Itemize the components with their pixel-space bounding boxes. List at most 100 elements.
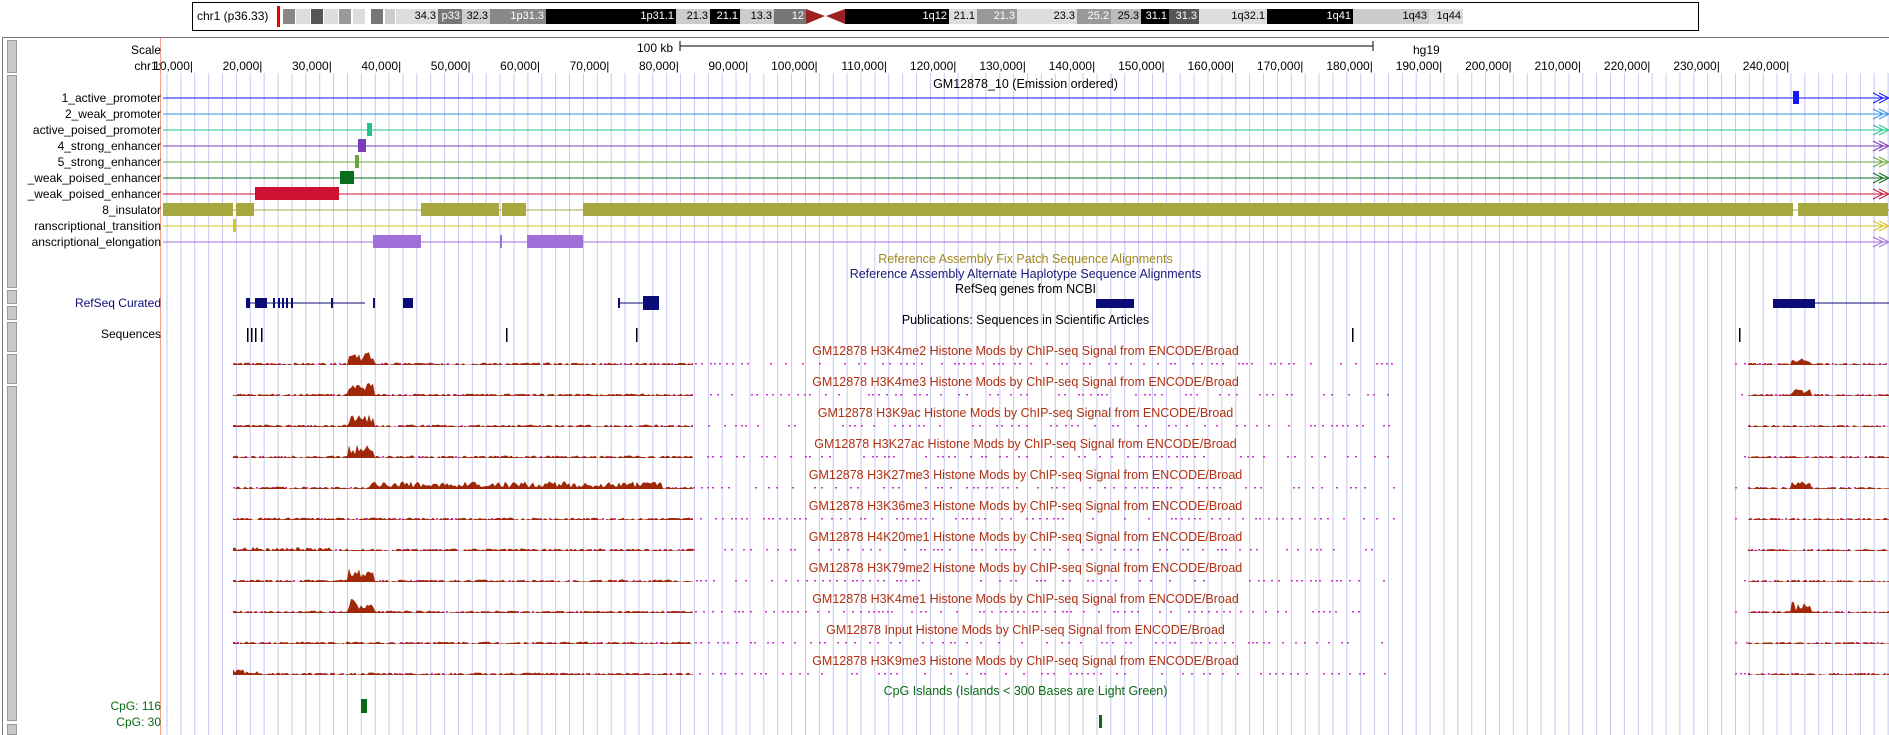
refseq-exon <box>331 298 333 308</box>
refseq-track-title[interactable]: RefSeq genes from NCBI <box>161 282 1889 296</box>
histone-side-button[interactable] <box>7 386 17 721</box>
signal-gap-dot <box>1316 549 1318 551</box>
signal-gap-dot <box>1358 580 1360 582</box>
signal-gap-dot <box>1263 456 1265 458</box>
chromhmm-side-button[interactable] <box>7 75 17 288</box>
signal-gap-dot <box>1194 611 1196 613</box>
chromhmm-label-9[interactable]: ranscriptional_transition <box>34 219 161 233</box>
chromhmm-track-title[interactable]: GM12878_10 (Emission ordered) <box>161 77 1889 91</box>
cpg-label-1[interactable]: CpG: 116 <box>111 699 161 713</box>
signal-gap-dot <box>785 580 787 582</box>
chromhmm-label-8[interactable]: 8_insulator <box>102 203 161 217</box>
signal-gap-dot <box>1209 642 1211 644</box>
cpg-track-title[interactable]: CpG Islands (Islands < 300 Bases are Lig… <box>161 684 1889 698</box>
signal-gap-dot <box>1209 673 1211 675</box>
chromhmm-label-2[interactable]: 2_weak_promoter <box>65 107 161 121</box>
histone-title-h3k9me3[interactable]: GM12878 H3K9me3 Histone Mods by ChIP-seq… <box>161 654 1889 668</box>
genome-browser-image[interactable]: Scale chr1: 100 kb hg19 10,000| 20,000| 30… <box>2 37 1889 735</box>
signal-gap-dot <box>1037 487 1039 489</box>
signal-gap-dot <box>1139 580 1141 582</box>
signal-gap-dot <box>768 487 770 489</box>
chromhmm-label-6[interactable]: _weak_poised_enhancer <box>28 171 161 185</box>
signal-gap-dot <box>810 642 812 644</box>
ruler-tick-label: 160,000| <box>1187 59 1235 73</box>
histone-title-h3k4me1[interactable]: GM12878 H3K4me1 Histone Mods by ChIP-seq… <box>161 592 1889 606</box>
histone-title-h4k20me1[interactable]: GM12878 H4K20me1 Histone Mods by ChIP-se… <box>161 530 1889 544</box>
signal-gap-dot <box>1130 363 1132 365</box>
signal-gap-dot <box>920 549 922 551</box>
cpg-label-2[interactable]: CpG: 30 <box>116 715 161 729</box>
signal-gap-dot <box>954 363 956 365</box>
signal-gap-dot <box>1018 425 1020 427</box>
signal-gap-dot <box>1260 673 1262 675</box>
fix-patch-track-title[interactable]: Reference Assembly Fix Patch Sequence Al… <box>161 252 1889 266</box>
chromhmm-label-5[interactable]: 5_strong_enhancer <box>58 155 161 169</box>
ruler-side-button[interactable] <box>7 40 17 73</box>
signal-gap-dot <box>772 518 774 520</box>
ruler-tick-label: 50,000| <box>430 59 471 73</box>
signal-gap-dot <box>1294 456 1296 458</box>
signal-gap-dot <box>1078 456 1080 458</box>
signal-gap-dot <box>1246 363 1248 365</box>
histone-title-input[interactable]: GM12878 Input Histone Mods by ChIP-seq S… <box>161 623 1889 637</box>
signal-gap-dot <box>1002 487 1004 489</box>
signal-gap-dot <box>1023 673 1025 675</box>
signal-gap-dot <box>1203 673 1205 675</box>
signal-gap-dot <box>1387 456 1389 458</box>
signal-gap-dot <box>1225 549 1227 551</box>
publication-tick <box>506 328 508 342</box>
chromhmm-block <box>583 203 1793 216</box>
signal-gap-dot <box>991 487 993 489</box>
refseq-track-label[interactable]: RefSeq Curated <box>75 296 161 310</box>
signal-gap-dot <box>1170 487 1172 489</box>
alt-haplotype-track-title[interactable]: Reference Assembly Alternate Haplotype S… <box>161 267 1889 281</box>
publications-side-button[interactable] <box>7 354 17 384</box>
chromhmm-label-3[interactable]: active_poised_promoter <box>33 123 161 137</box>
signal-gap-dot <box>1735 487 1737 489</box>
signal-gap-dot <box>1005 673 1007 675</box>
signal-gap-dot <box>1137 425 1139 427</box>
chromosome-ideogram[interactable]: chr1 (p36.33) 34.3 p33 32.3 1p31.3 1p31.1 21.… <box>192 2 1699 31</box>
cpg-side-button[interactable] <box>7 724 17 735</box>
chromhmm-label-1[interactable]: 1_active_promoter <box>62 91 161 105</box>
chromhmm-label-10[interactable]: anscriptional_elongation <box>32 235 161 249</box>
histone-title-h3k36me3[interactable]: GM12878 H3K36me3 Histone Mods by ChIP-se… <box>161 499 1889 513</box>
fixpatch-side-button[interactable] <box>7 290 17 304</box>
signal-gap-dot <box>1010 549 1012 551</box>
signal-gap-dot <box>998 363 1000 365</box>
signal-gap-dot <box>1194 518 1196 520</box>
signal-gap-dot <box>1810 425 1812 427</box>
chromhmm-label-7[interactable]: _weak_poised_enhancer <box>28 187 161 201</box>
althap-side-button[interactable] <box>7 306 17 320</box>
histone-title-h3k27ac[interactable]: GM12878 H3K27ac Histone Mods by ChIP-seq… <box>161 437 1889 451</box>
signal-gap-dot <box>1196 394 1198 396</box>
signal-gap-dot <box>1293 363 1295 365</box>
signal-gap-dot <box>1286 394 1288 396</box>
signal-gap-dot <box>825 394 827 396</box>
signal-gap-dot <box>902 518 904 520</box>
signal-gap-dot <box>999 580 1001 582</box>
signal-gap-dot <box>1032 518 1034 520</box>
histone-title-h3k4me2[interactable]: GM12878 H3K4me2 Histone Mods by ChIP-seq… <box>161 344 1889 358</box>
refseq-side-button[interactable] <box>7 322 17 352</box>
signal-gap-dot <box>233 487 235 489</box>
histone-title-h3k9ac[interactable]: GM12878 H3K9ac Histone Mods by ChIP-seq … <box>161 406 1889 420</box>
histone-signal-5 <box>233 481 693 489</box>
signal-gap-dot <box>975 549 977 551</box>
signal-gap-dot <box>1807 456 1809 458</box>
histone-title-h3k27me3[interactable]: GM12878 H3K27me3 Histone Mods by ChIP-se… <box>161 468 1889 482</box>
publications-track-title[interactable]: Publications: Sequences in Scientific Ar… <box>161 313 1889 327</box>
signal-gap-dot <box>907 518 909 520</box>
publications-track-label[interactable]: Sequences <box>101 327 161 341</box>
histone-title-h3k79me2[interactable]: GM12878 H3K79me2 Histone Mods by ChIP-se… <box>161 561 1889 575</box>
signal-gap-dot <box>1320 549 1322 551</box>
signal-gap-dot <box>782 642 784 644</box>
ruler-tick-label: 90,000| <box>708 59 749 73</box>
signal-gap-dot <box>1176 456 1178 458</box>
signal-gap-dot <box>1825 456 1827 458</box>
histone-title-h3k4me3[interactable]: GM12878 H3K4me3 Histone Mods by ChIP-seq… <box>161 375 1889 389</box>
signal-gap-dot <box>1014 549 1016 551</box>
signal-gap-dot <box>1208 611 1210 613</box>
chromhmm-label-4[interactable]: 4_strong_enhancer <box>58 139 161 153</box>
signal-gap-dot <box>1341 642 1343 644</box>
